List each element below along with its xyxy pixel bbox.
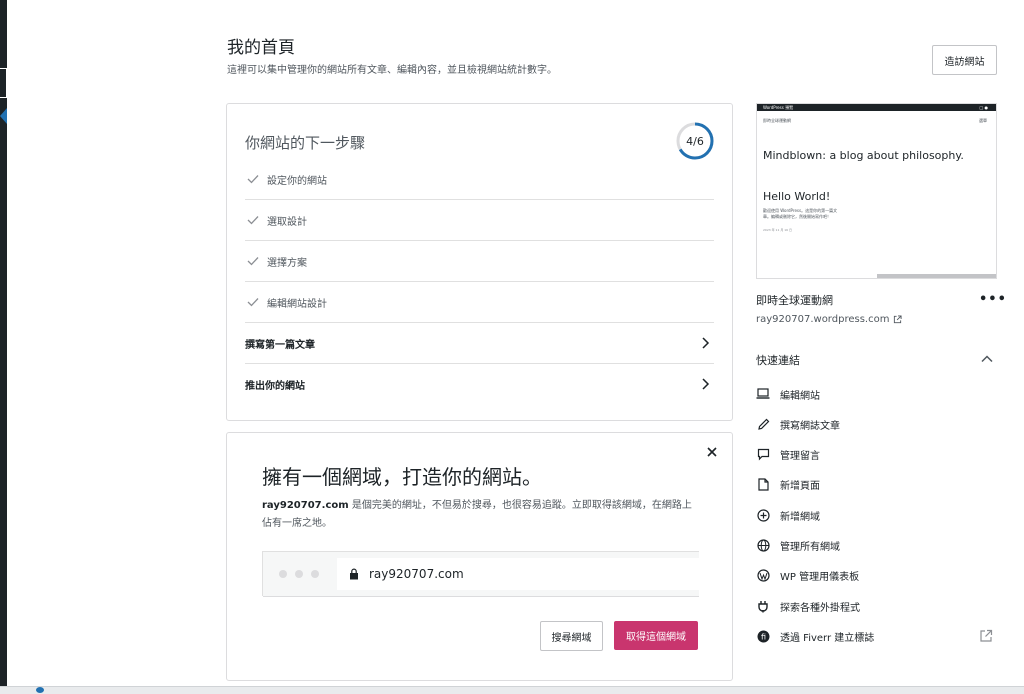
preview-post-body: 歡迎使用 WordPress。這是你的第一篇文章。編輯或刪除它，然後開始寫作吧！	[763, 208, 838, 219]
search-domain-button[interactable]: 搜尋網域	[540, 621, 603, 651]
checkmark-icon	[245, 294, 261, 310]
browser-window-dots	[279, 570, 319, 578]
quick-link-label: 撰寫網誌文章	[780, 420, 840, 432]
chevron-right-icon	[702, 337, 710, 349]
quick-link-label: 管理所有網域	[780, 541, 840, 553]
preview-blog-title: Mindblown: a blog about philosophy.	[763, 149, 964, 162]
step-label: 編輯網站設計	[267, 298, 327, 310]
progress-label: 4/6	[686, 134, 704, 148]
preview-topbar-right: □ ●	[979, 105, 988, 110]
comment-icon	[756, 447, 770, 461]
domain-card-heading: 擁有一個網域，打造你的網站。	[262, 465, 542, 489]
page-title: 我的首頁	[227, 38, 295, 58]
step-item-choose-design[interactable]: 選取設計	[245, 200, 714, 241]
sidebar-active-marker	[0, 68, 7, 98]
browser-mockup: ray920707.com	[262, 551, 699, 597]
visit-site-button[interactable]: 造訪網站	[932, 45, 997, 75]
step-label: 選取設計	[267, 216, 307, 228]
step-label: 選擇方案	[267, 257, 307, 269]
close-icon[interactable]	[705, 445, 719, 459]
quick-link-write-post[interactable]: 撰寫網誌文章	[756, 414, 996, 434]
checkmark-icon	[245, 171, 261, 187]
quick-link-wp-admin[interactable]: WP 管理用儀表板	[756, 565, 996, 585]
step-label: 撰寫第一篇文章	[245, 339, 315, 351]
status-dot-icon	[36, 687, 44, 693]
plus-circle-icon	[756, 508, 770, 522]
pencil-icon	[756, 417, 770, 431]
preview-scrollbar	[877, 274, 996, 278]
page-subtitle: 這裡可以集中管理你的網站所有文章、編輯內容，並且檢視網站統計數字。	[227, 65, 557, 76]
preview-admin-bar: WordPress 預覽 □ ●	[757, 104, 996, 111]
admin-sidebar-edge	[0, 0, 7, 693]
lock-icon	[350, 568, 358, 580]
chevron-right-icon	[702, 378, 710, 390]
domain-name-highlight: ray920707.com	[262, 500, 349, 511]
globe-icon	[756, 538, 770, 552]
quick-link-label: 新增網域	[780, 511, 820, 523]
preview-post-title: Hello World!	[763, 190, 831, 203]
step-item-setup-site[interactable]: 設定你的網站	[245, 159, 714, 200]
site-url-link[interactable]: ray920707.wordpress.com	[756, 314, 902, 325]
external-link-icon	[894, 315, 902, 324]
fiverr-icon: fi	[756, 629, 770, 643]
quick-link-explore-plugins[interactable]: 探索各種外掛程式	[756, 596, 996, 616]
page-icon	[756, 477, 770, 491]
quick-links-title: 快速連結	[756, 354, 800, 367]
address-bar: ray920707.com	[337, 558, 699, 590]
more-options-icon[interactable]: •••	[979, 292, 1007, 307]
site-name: 即時全球運動網	[756, 294, 833, 307]
step-item-choose-plan[interactable]: 選擇方案	[245, 241, 714, 282]
external-link-icon	[980, 629, 993, 642]
site-url-text: ray920707.wordpress.com	[756, 314, 890, 325]
domain-card-description: ray920707.com 是個完美的網址，不但易於搜尋，也很容易追蹤。立即取得…	[262, 497, 697, 533]
step-label: 設定你的網站	[267, 175, 327, 187]
quick-link-fiverr-logo[interactable]: fi 透過 Fiverr 建立標誌	[756, 626, 996, 646]
site-setup-card: 你網站的下一步驟 4/6 設定你的網站 選取設計 選擇方案 編輯網站設計 撰寫第…	[226, 103, 733, 421]
quick-link-label: WP 管理用儀表板	[780, 571, 860, 583]
preview-post-meta: 2023 年 11 月 16 日	[763, 228, 793, 232]
domain-upsell-card: 擁有一個網域，打造你的網站。 ray920707.com 是個完美的網址，不但易…	[226, 432, 733, 681]
get-domain-button[interactable]: 取得這個網域	[614, 621, 698, 650]
preview-site-header: 即時全球運動網	[763, 118, 791, 123]
plugin-icon	[756, 599, 770, 613]
quick-link-label: 透過 Fiverr 建立標誌	[780, 632, 875, 644]
quick-link-add-domain[interactable]: 新增網域	[756, 505, 996, 525]
preview-topbar-left: WordPress 預覽	[763, 105, 794, 110]
step-label: 推出你的網站	[245, 380, 305, 392]
quick-link-add-page[interactable]: 新增頁面	[756, 474, 996, 494]
quick-link-edit-site[interactable]: 編輯網站	[756, 384, 996, 404]
site-preview-thumbnail[interactable]: WordPress 預覽 □ ● 即時全球運動網 選單 Mindblown: a…	[756, 103, 997, 279]
laptop-icon	[756, 387, 770, 401]
preview-menu-label: 選單	[979, 118, 987, 123]
steps-card-title: 你網站的下一步驟	[245, 134, 366, 152]
step-item-edit-design[interactable]: 編輯網站設計	[245, 282, 714, 323]
quick-link-label: 編輯網站	[780, 390, 820, 402]
step-item-launch-site[interactable]: 推出你的網站	[245, 364, 714, 404]
step-item-write-first-post[interactable]: 撰寫第一篇文章	[245, 323, 714, 364]
sidebar-current-indicator	[0, 108, 7, 124]
wordpress-icon	[756, 568, 770, 582]
quick-link-manage-comments[interactable]: 管理留言	[756, 444, 996, 464]
checkmark-icon	[245, 253, 261, 269]
address-url: ray920707.com	[369, 567, 464, 581]
checkmark-icon	[245, 212, 261, 228]
svg-text:fi: fi	[760, 632, 765, 641]
quick-link-label: 管理留言	[780, 450, 820, 462]
quick-link-label: 探索各種外掛程式	[780, 602, 860, 614]
quick-link-label: 新增頁面	[780, 480, 820, 492]
chevron-up-icon[interactable]	[980, 352, 994, 366]
quick-link-manage-domains[interactable]: 管理所有網域	[756, 535, 996, 555]
